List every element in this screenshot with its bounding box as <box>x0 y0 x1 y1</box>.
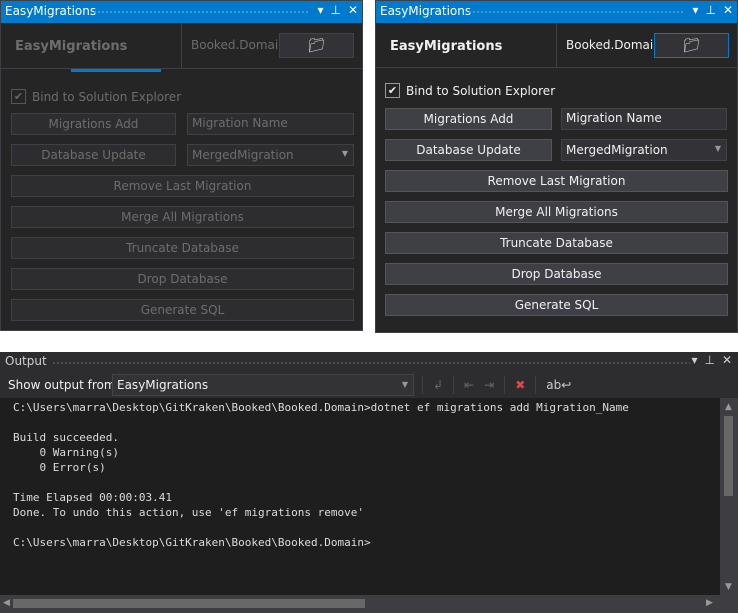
generate-sql-button[interactable]: Generate SQL <box>385 294 728 316</box>
clear-all-icon[interactable]: ✖ <box>515 378 525 392</box>
next-message-icon[interactable]: ⇥ <box>484 378 494 392</box>
show-output-from-label: Show output from: <box>8 378 120 392</box>
chevron-down-icon: ▼ <box>401 380 408 389</box>
pin-icon[interactable]: ⊥ <box>330 3 340 17</box>
checkbox-label: Bind to Solution Explorer <box>406 83 556 98</box>
chevron-down-icon: ▼ <box>341 149 348 158</box>
generate-sql-button[interactable]: Generate SQL <box>11 299 354 321</box>
previous-message-icon[interactable]: ⇤ <box>464 378 474 392</box>
truncate-database-button[interactable]: Truncate Database <box>11 237 354 259</box>
output-line: Build succeeded. <box>13 431 119 444</box>
output-line: 0 Warning(s) <box>13 446 119 459</box>
selected-source: EasyMigrations <box>117 378 209 392</box>
selected-migration: MergedMigration <box>192 148 294 162</box>
dropdown-icon[interactable]: ▾ <box>691 353 697 367</box>
dropdown-icon[interactable]: ▾ <box>317 3 323 17</box>
migration-name-input[interactable]: Migration Name <box>187 113 354 135</box>
merge-all-migrations-button[interactable]: Merge All Migrations <box>385 201 728 223</box>
tool-window-titlebar[interactable]: EasyMigrations ▾ ⊥ ✕ <box>1 1 362 23</box>
horizontal-scroll-thumb[interactable] <box>13 599 365 608</box>
drag-grip <box>52 361 690 366</box>
drag-grip <box>468 10 685 15</box>
project-name: Booked.Domair <box>191 38 284 52</box>
output-title: Output <box>5 354 47 368</box>
project-name: Booked.Domair <box>566 38 659 52</box>
migrations-add-button[interactable]: Migrations Add <box>385 108 552 130</box>
vertical-scroll-thumb[interactable] <box>724 416 733 496</box>
output-line: C:\Users\marra\Desktop\GitKraken\Booked\… <box>13 401 629 414</box>
output-line: Done. To undo this action, use 'ef migra… <box>13 506 364 519</box>
output-window: Output ▾ ⊥ ✕ Show output from: EasyMigra… <box>0 352 738 613</box>
checkbox-box[interactable]: ✔ <box>11 89 26 104</box>
easymigrations-panel-disabled: EasyMigrations ▾ ⊥ ✕ EasyMigrations Book… <box>0 0 363 331</box>
divider <box>181 23 182 68</box>
migration-select[interactable]: MergedMigration ▼ <box>561 139 727 161</box>
panel-header: EasyMigrations Booked.Domair 📁︎ <box>376 23 737 68</box>
folder-icon: 📁︎ <box>307 37 326 54</box>
extension-name: EasyMigrations <box>390 39 503 54</box>
window-title: EasyMigrations <box>380 4 472 18</box>
database-update-button[interactable]: Database Update <box>385 139 552 161</box>
dropdown-icon[interactable]: ▾ <box>692 3 698 17</box>
bind-solution-explorer-checkbox[interactable]: ✔ Bind to Solution Explorer <box>11 89 181 104</box>
output-text[interactable]: C:\Users\marra\Desktop\GitKraken\Booked\… <box>0 398 720 595</box>
pin-icon[interactable]: ⊥ <box>704 353 714 367</box>
migrations-add-button[interactable]: Migrations Add <box>11 113 176 135</box>
scroll-up-icon[interactable]: ▲ <box>725 402 732 412</box>
divider <box>556 23 557 67</box>
selected-migration: MergedMigration <box>566 143 668 157</box>
database-update-button[interactable]: Database Update <box>11 144 176 166</box>
drop-database-button[interactable]: Drop Database <box>11 268 354 290</box>
output-source-select[interactable]: EasyMigrations ▼ <box>112 374 414 396</box>
output-line: C:\Users\marra\Desktop\GitKraken\Booked\… <box>13 536 371 549</box>
output-line: Time Elapsed 00:00:03.41 <box>13 491 172 504</box>
window-title: EasyMigrations <box>5 4 97 18</box>
output-line: 0 Error(s) <box>13 461 106 474</box>
browse-folder-button[interactable]: 📁︎ <box>654 33 729 58</box>
scroll-down-icon[interactable]: ▼ <box>725 582 732 592</box>
close-icon[interactable]: ✕ <box>723 3 733 17</box>
drag-grip <box>93 10 310 15</box>
drop-database-button[interactable]: Drop Database <box>385 263 728 285</box>
panel-header: EasyMigrations Booked.Domair 📁︎ <box>1 23 362 69</box>
pin-icon[interactable]: ⊥ <box>705 3 715 17</box>
find-message-in-code-icon[interactable]: ↲ <box>433 378 443 392</box>
close-icon[interactable]: ✕ <box>722 353 732 367</box>
merge-all-migrations-button[interactable]: Merge All Migrations <box>11 206 354 228</box>
browse-folder-button[interactable]: 📁︎ <box>279 33 354 58</box>
scroll-right-icon[interactable]: ▶ <box>706 598 713 608</box>
close-icon[interactable]: ✕ <box>348 3 358 17</box>
extension-name: EasyMigrations <box>15 39 128 54</box>
bind-solution-explorer-checkbox[interactable]: ✔ Bind to Solution Explorer <box>385 83 555 98</box>
remove-last-migration-button[interactable]: Remove Last Migration <box>11 175 354 197</box>
checkbox-label: Bind to Solution Explorer <box>32 89 182 104</box>
word-wrap-icon[interactable]: ab↩ <box>546 378 571 392</box>
checkbox-box[interactable]: ✔ <box>385 83 400 98</box>
chevron-down-icon: ▼ <box>714 144 721 153</box>
truncate-database-button[interactable]: Truncate Database <box>385 232 728 254</box>
remove-last-migration-button[interactable]: Remove Last Migration <box>385 170 728 192</box>
scroll-left-icon[interactable]: ◀ <box>3 598 10 608</box>
easymigrations-panel-enabled: EasyMigrations ▾ ⊥ ✕ EasyMigrations Book… <box>375 0 738 333</box>
active-tab-indicator <box>71 69 161 72</box>
migration-name-input[interactable]: Migration Name <box>561 108 727 130</box>
migration-select[interactable]: MergedMigration ▼ <box>187 144 354 166</box>
folder-icon: 📁︎ <box>682 37 701 54</box>
tool-window-titlebar[interactable]: EasyMigrations ▾ ⊥ ✕ <box>376 1 737 23</box>
